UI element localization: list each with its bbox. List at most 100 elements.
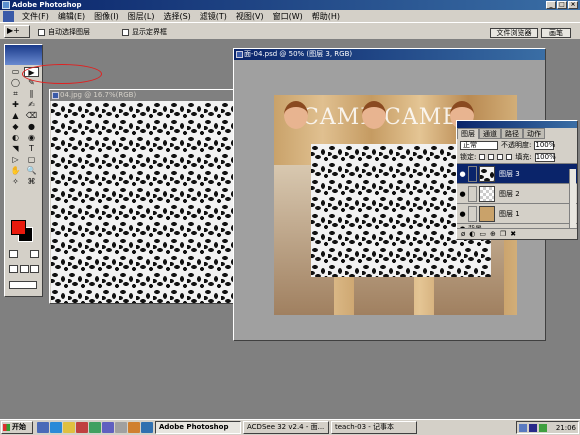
tray-icon-input[interactable] bbox=[529, 423, 537, 432]
pen-tool-icon[interactable]: ▷ bbox=[8, 155, 23, 165]
layer-row[interactable]: ● 图层 1 bbox=[457, 203, 577, 223]
type-tool-icon[interactable]: T bbox=[24, 144, 39, 154]
visibility-eye-icon[interactable]: ● bbox=[457, 190, 468, 198]
document-title: 面-04.psd @ 50% (图层 3, RGB) bbox=[244, 50, 353, 58]
clone-stamp-tool-icon[interactable]: ▲ bbox=[8, 111, 23, 121]
maximize-button[interactable]: □ bbox=[557, 1, 567, 9]
lock-all-icon[interactable] bbox=[506, 154, 513, 160]
menu-layer[interactable]: 图层(L) bbox=[128, 11, 155, 22]
menu-select[interactable]: 选择(S) bbox=[163, 11, 190, 22]
slice-tool-icon[interactable]: ∥ bbox=[24, 89, 39, 99]
ie-icon[interactable] bbox=[50, 422, 62, 433]
gradient-tool-icon[interactable]: ◆ bbox=[8, 122, 23, 132]
eyedropper-tool-icon[interactable]: ⌘ bbox=[24, 177, 39, 187]
task-photoshop[interactable]: Adobe Photoshop bbox=[155, 421, 241, 434]
standard-mode-icon[interactable] bbox=[9, 250, 18, 258]
tab-layers[interactable]: 图层 bbox=[457, 128, 479, 139]
tab-actions[interactable]: 动作 bbox=[523, 128, 545, 139]
auto-select-layer-option[interactable]: 自动选择图层 bbox=[38, 27, 90, 37]
menu-help[interactable]: 帮助(H) bbox=[312, 11, 340, 22]
quick-mask-mode-icon[interactable] bbox=[30, 250, 39, 258]
layer-row[interactable]: ● 图层 3 bbox=[457, 163, 577, 183]
show-bounds-option[interactable]: 显示定界框 bbox=[122, 27, 167, 37]
tab-paths[interactable]: 路径 bbox=[501, 128, 523, 139]
app-icon-6[interactable] bbox=[141, 422, 153, 433]
layer-thumbnail bbox=[479, 185, 495, 202]
new-layer-icon[interactable]: ❐ bbox=[500, 230, 506, 238]
brush-tool-icon[interactable]: ✍ bbox=[24, 100, 39, 110]
visibility-eye-icon[interactable]: ● bbox=[457, 210, 468, 218]
document-title-bar[interactable]: 04.jpg @ 16.7%(RGB) bbox=[50, 90, 234, 101]
layers-scrollbar[interactable] bbox=[569, 169, 576, 229]
layer-row[interactable]: ● 图层 2 bbox=[457, 183, 577, 203]
start-button[interactable]: 开始 bbox=[1, 421, 33, 434]
task-notepad[interactable]: teach-03 - 记事本 bbox=[331, 421, 417, 434]
menu-window[interactable]: 窗口(W) bbox=[273, 11, 303, 22]
marquee-tool-icon[interactable]: ▭ bbox=[8, 67, 23, 77]
blur-tool-icon[interactable]: ● bbox=[24, 122, 39, 132]
lock-transparency-icon[interactable] bbox=[479, 154, 486, 160]
tool-preset-picker[interactable]: ▶+ bbox=[4, 25, 30, 38]
close-button[interactable]: × bbox=[568, 1, 578, 9]
layers-panel-header[interactable] bbox=[457, 121, 577, 128]
add-layer-style-icon[interactable]: ø bbox=[461, 230, 465, 238]
eraser-tool-icon[interactable]: ⌫ bbox=[24, 111, 39, 121]
start-label: 开始 bbox=[12, 423, 26, 431]
dodge-tool-icon[interactable]: ◐ bbox=[8, 133, 23, 143]
app-icon-1[interactable] bbox=[76, 422, 88, 433]
task-acdsee[interactable]: ACDSee 32 v2.4 - 面... bbox=[243, 421, 329, 434]
app-icon-2[interactable] bbox=[89, 422, 101, 433]
shape-tool-icon[interactable]: ▢ bbox=[24, 155, 39, 165]
tab-channels[interactable]: 通道 bbox=[479, 128, 501, 139]
tray-icon-network[interactable] bbox=[519, 423, 527, 432]
screen-mode-full-icon[interactable] bbox=[30, 265, 39, 273]
show-bounds-checkbox[interactable] bbox=[122, 28, 129, 36]
hand-tool-icon[interactable]: ✋ bbox=[8, 166, 23, 176]
screen-mode-full-menu-icon[interactable] bbox=[19, 265, 29, 273]
lock-position-icon[interactable] bbox=[497, 154, 504, 160]
photoshop-menu-icon[interactable] bbox=[3, 11, 14, 22]
lasso-tool-icon[interactable]: ◯ bbox=[8, 78, 23, 88]
auto-select-checkbox[interactable] bbox=[38, 28, 45, 36]
app-icon-5[interactable] bbox=[128, 422, 140, 433]
new-set-icon[interactable]: ▭ bbox=[479, 230, 486, 238]
menu-view[interactable]: 视图(V) bbox=[236, 11, 264, 22]
app-icon-3[interactable] bbox=[102, 422, 114, 433]
folder-icon[interactable] bbox=[63, 422, 75, 433]
foreground-color-swatch[interactable] bbox=[11, 220, 26, 235]
file-browser-tab[interactable]: 文件浏览器 bbox=[490, 28, 538, 38]
menu-edit[interactable]: 编辑(E) bbox=[58, 11, 85, 22]
fill-field[interactable]: 100% bbox=[534, 152, 556, 162]
toolbox-header[interactable] bbox=[5, 45, 42, 65]
add-mask-icon[interactable]: ◐ bbox=[469, 230, 475, 238]
path-select-tool-icon[interactable]: ◥ bbox=[8, 144, 23, 154]
delete-layer-icon[interactable]: ✖ bbox=[510, 230, 516, 238]
desktop-icon[interactable] bbox=[37, 422, 49, 433]
document-window-04-jpg[interactable]: 04.jpg @ 16.7%(RGB) bbox=[49, 89, 235, 304]
sponge-tool-icon[interactable]: ◉ bbox=[24, 133, 39, 143]
zoom-tool-icon[interactable]: 🔍 bbox=[24, 166, 39, 176]
adjustment-layer-icon[interactable]: ⊕ bbox=[490, 230, 496, 238]
minimize-button[interactable]: _ bbox=[546, 1, 556, 9]
fill-label: 填充: bbox=[515, 153, 532, 161]
lock-image-icon[interactable] bbox=[488, 154, 495, 160]
crop-tool-icon[interactable]: ⌗ bbox=[8, 89, 23, 99]
menu-file[interactable]: 文件(F) bbox=[22, 11, 49, 22]
menu-filter[interactable]: 滤镜(T) bbox=[200, 11, 227, 22]
screen-mode-standard-icon[interactable] bbox=[9, 265, 18, 273]
visibility-eye-icon[interactable]: ● bbox=[457, 170, 468, 178]
layer-link-icon[interactable] bbox=[468, 205, 477, 222]
opacity-field[interactable]: 100% bbox=[534, 140, 555, 150]
jump-to-imageready-icon[interactable] bbox=[9, 281, 37, 289]
tray-icon-volume[interactable] bbox=[539, 423, 547, 432]
notes-tool-icon[interactable]: ✧ bbox=[8, 177, 23, 187]
brushes-tab[interactable]: 画笔 bbox=[541, 28, 571, 38]
menu-image[interactable]: 图像(I) bbox=[94, 11, 119, 22]
blend-mode-select[interactable]: 正常 bbox=[460, 140, 498, 150]
layer-link-icon[interactable] bbox=[468, 185, 477, 202]
leopard-texture-canvas[interactable] bbox=[51, 101, 233, 303]
healing-brush-tool-icon[interactable]: ✚ bbox=[8, 100, 23, 110]
layer-link-icon[interactable] bbox=[468, 165, 477, 182]
document-title-bar[interactable]: 面-04.psd @ 50% (图层 3, RGB) bbox=[234, 49, 545, 60]
app-icon-4[interactable] bbox=[115, 422, 127, 433]
